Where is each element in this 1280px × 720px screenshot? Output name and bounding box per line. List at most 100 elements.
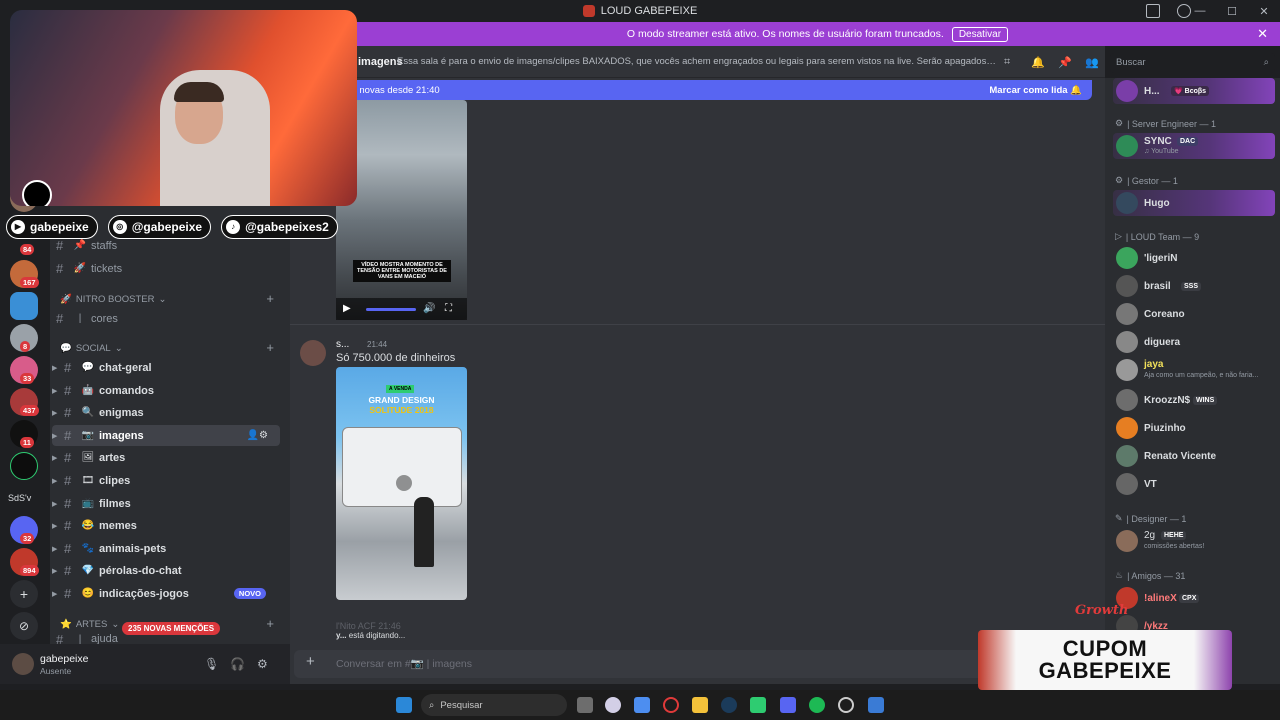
threads-icon[interactable]: ⌗	[1004, 56, 1010, 69]
member-item[interactable]: jaya Aja como um campeão, e não faria...	[1113, 357, 1275, 383]
user-panel: gabepeixe Ausente 🎙 🎧 ⚙	[0, 644, 290, 684]
member-item[interactable]: SYNC DAC ♫ YouTube	[1113, 133, 1275, 159]
server-label[interactable]: SdS'v	[8, 493, 31, 503]
hash-icon: #	[56, 634, 64, 644]
discord-icon[interactable]	[780, 697, 796, 713]
avatar	[1116, 389, 1138, 411]
inbox-icon[interactable]	[1146, 4, 1160, 18]
category-social[interactable]: 💬 SOCIAL ⌄	[60, 343, 123, 354]
new-mentions-pill[interactable]: 235 NOVAS MENÇÕES	[122, 622, 221, 635]
channel-perolas-do-chat[interactable]: ▶ # 💎 pérolas-do-chat	[52, 560, 280, 581]
avatar[interactable]	[300, 340, 326, 366]
channel-animais-pets[interactable]: ▶ # 🐾 animais-pets	[52, 538, 280, 559]
hash-icon: #	[56, 238, 64, 253]
file-explorer-icon[interactable]	[692, 697, 708, 713]
member-item[interactable]: Renato Vicente	[1113, 443, 1275, 469]
play-icon[interactable]: ▶	[343, 303, 351, 314]
add-server-icon[interactable]: +	[10, 580, 38, 608]
chevron-right-icon: ▶	[52, 432, 58, 440]
minimize-button[interactable]: —	[1184, 5, 1216, 17]
channel-filmes[interactable]: ▶ # 📺 filmes	[52, 493, 280, 514]
server-icon[interactable]	[10, 292, 38, 320]
mark-as-read-button[interactable]: Marcar como lida 🔔	[989, 85, 1082, 96]
channel-tickets[interactable]: # 🚀 tickets	[52, 258, 280, 279]
image-attachment[interactable]: A VENDA GRAND DESIGN SOLITUDE 2018	[336, 367, 467, 600]
app-icon[interactable]	[605, 697, 621, 713]
username[interactable]: gabepeixe	[40, 653, 88, 665]
task-view-icon[interactable]	[577, 697, 593, 713]
headphones-icon[interactable]: 🎧	[230, 657, 245, 671]
growth-logo: Growth	[1075, 603, 1129, 618]
channel-topic[interactable]: Essa sala é para o envio de imagens/clip…	[397, 56, 997, 67]
disable-streamer-mode-button[interactable]: Desativar	[951, 26, 1009, 42]
windows-start-icon[interactable]	[396, 697, 412, 713]
message-timestamp: 21:44	[367, 340, 388, 349]
heart-icon: ♨	[1115, 570, 1124, 580]
member-item[interactable]: !alineX CPX	[1113, 585, 1275, 611]
new-messages-bar[interactable]: s novas desde 21:40 Marcar como lida 🔔	[290, 80, 1092, 100]
members-icon[interactable]: 👥	[1085, 56, 1099, 69]
calculator-icon[interactable]	[868, 697, 884, 713]
channel-cores[interactable]: # | cores	[52, 308, 280, 329]
app-icon[interactable]	[750, 697, 766, 713]
member-item[interactable]: Hugo	[1113, 190, 1275, 216]
channel-memes[interactable]: ▶ # 😂 memes	[52, 515, 280, 536]
avatar	[1116, 445, 1138, 467]
close-window-button[interactable]: ✕	[1248, 5, 1280, 18]
channel-ajuda[interactable]: # | ajuda	[52, 634, 280, 644]
category-nitro-booster[interactable]: 🚀 NITRO BOOSTER ⌄	[60, 294, 166, 305]
settings-icon: ⚙	[1115, 175, 1124, 185]
member-item[interactable]: Piuzinho	[1113, 415, 1275, 441]
play-icon[interactable]	[396, 475, 412, 491]
message-author[interactable]: s...	[336, 339, 349, 350]
instagram-icon: ◎	[112, 220, 127, 234]
opera-icon[interactable]	[663, 697, 679, 713]
member-item[interactable]: 'ligeriN	[1113, 245, 1275, 271]
volume-icon[interactable]: 🔊	[423, 303, 435, 314]
spotify-icon[interactable]	[809, 697, 825, 713]
avatar[interactable]	[12, 653, 34, 675]
timer-icon	[22, 180, 52, 206]
copilot-icon[interactable]	[634, 697, 650, 713]
image-tag: A VENDA	[386, 385, 415, 393]
volume-slider[interactable]	[366, 308, 416, 311]
member-item[interactable]: H... 💗 Bcoβs	[1113, 78, 1275, 104]
category-artes[interactable]: ⭐ ARTES ⌄	[60, 619, 119, 630]
channel-artes[interactable]: ▶ # 🖼 artes	[52, 447, 280, 468]
close-banner-icon[interactable]: ✕	[1257, 26, 1268, 42]
obs-icon[interactable]	[838, 697, 854, 713]
bell-icon[interactable]: 🔔	[1031, 56, 1045, 69]
member-item[interactable]: brasil SSS	[1113, 273, 1275, 299]
gear-icon: ⚙	[1115, 118, 1124, 128]
avatar	[1116, 303, 1138, 325]
server-icon[interactable]	[10, 452, 38, 480]
channel-settings-icon[interactable]: 👤⚙	[247, 430, 268, 441]
fullscreen-icon[interactable]: ⛶	[445, 303, 452, 314]
member-item[interactable]: diguera	[1113, 329, 1275, 355]
add-attachment-icon[interactable]: +	[306, 653, 315, 670]
channel-imagens[interactable]: ▶ # 📷 imagens 👤⚙	[52, 425, 280, 446]
channel-enigmas[interactable]: ▶ # 🔍 enigmas	[52, 402, 280, 423]
channel-indicacoes-jogos[interactable]: ▶ # 😊 indicações-jogos NOVO	[52, 583, 280, 604]
member-item[interactable]: 2g HEHE comissões abertas!	[1113, 528, 1275, 554]
steam-icon[interactable]	[721, 697, 737, 713]
search-input[interactable]: Buscar ⌕	[1110, 53, 1275, 73]
pin-icon[interactable]: 📌	[1058, 56, 1072, 69]
server-logo-icon	[582, 5, 595, 17]
maximize-button[interactable]: ☐	[1216, 5, 1248, 18]
hash-icon: #	[64, 428, 72, 443]
taskbar-search[interactable]: ⌕ Pesquisar	[421, 694, 567, 716]
explore-servers-icon[interactable]: ⊘	[10, 612, 38, 640]
star-icon: ⭐	[60, 619, 72, 630]
member-item[interactable]: VT	[1113, 471, 1275, 497]
channel-chat-geral[interactable]: ▶ # 💬 chat-geral	[52, 357, 280, 378]
channel-comandos[interactable]: ▶ # 🤖 comandos	[52, 380, 280, 401]
member-item[interactable]: KroozzN$ WINS	[1113, 387, 1275, 413]
member-item[interactable]: Coreano	[1113, 301, 1275, 327]
channel-clipes[interactable]: ▶ # 🎞 clipes	[52, 470, 280, 491]
add-channel-icon[interactable]: +	[266, 291, 274, 306]
add-channel-icon[interactable]: +	[266, 616, 274, 631]
microphone-icon[interactable]: 🎙	[204, 657, 219, 671]
add-channel-icon[interactable]: +	[266, 340, 274, 355]
gear-icon[interactable]: ⚙	[257, 657, 268, 671]
